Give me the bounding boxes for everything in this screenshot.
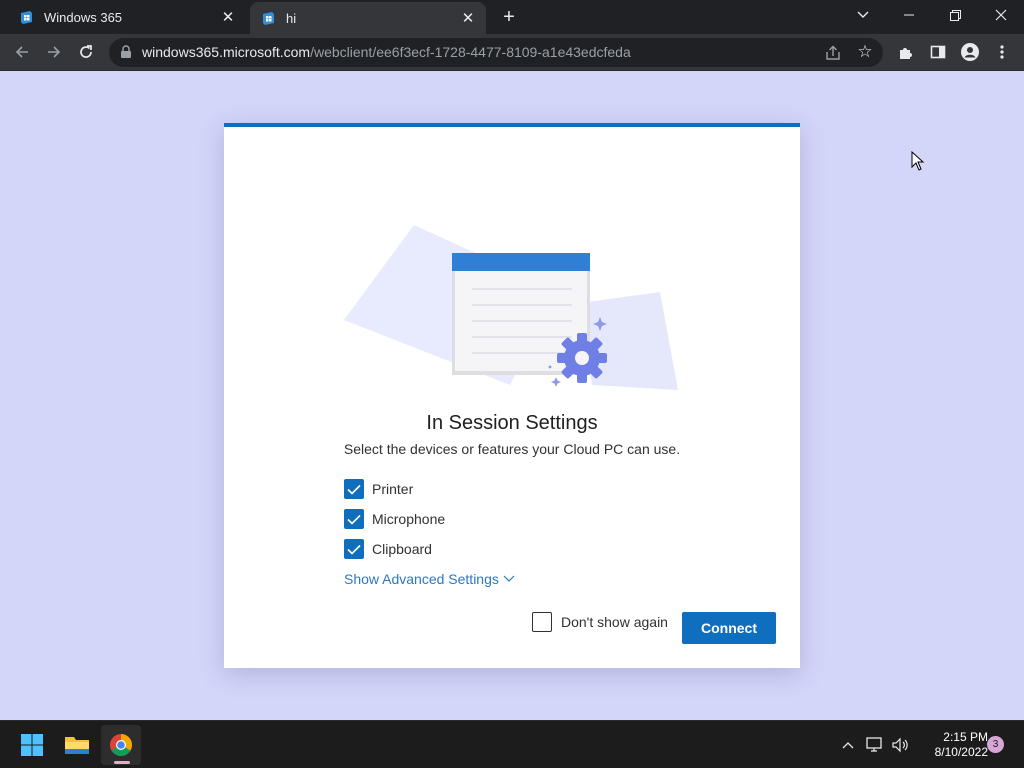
windows365-icon xyxy=(263,12,274,25)
show-advanced-settings-link[interactable]: Show Advanced Settings xyxy=(344,571,515,587)
restore-icon[interactable] xyxy=(932,0,978,30)
dont-show-again[interactable]: Don't show again xyxy=(532,612,668,632)
extensions-icon[interactable] xyxy=(894,40,918,64)
option-label: Printer xyxy=(372,481,414,497)
back-icon[interactable] xyxy=(10,40,34,64)
printer-checkbox[interactable] xyxy=(344,479,364,499)
tab-title: hi xyxy=(286,10,297,26)
tab-hi[interactable]: hi ✕ xyxy=(250,2,486,34)
tab-windows365[interactable]: Windows 365 ✕ xyxy=(8,0,246,34)
menu-kebab-icon[interactable] xyxy=(990,40,1014,64)
dialog-subtitle: Select the devices or features your Clou… xyxy=(343,441,681,457)
option-label: Microphone xyxy=(372,511,446,527)
microphone-checkbox[interactable] xyxy=(344,509,364,529)
dont-show-again-checkbox[interactable] xyxy=(532,612,552,632)
option-label: Clipboard xyxy=(372,541,432,557)
clock-date: 8/10/2022 xyxy=(934,745,988,759)
show-hidden-icons-icon[interactable] xyxy=(838,735,858,755)
volume-icon[interactable] xyxy=(890,735,910,755)
share-icon[interactable] xyxy=(823,43,843,63)
option-printer[interactable]: Printer xyxy=(344,479,413,499)
chrome-taskbar-button[interactable] xyxy=(101,725,141,765)
profile-icon[interactable] xyxy=(958,40,982,64)
option-microphone[interactable]: Microphone xyxy=(344,509,445,529)
chrome-icon xyxy=(110,734,132,756)
web-page: In Session Settings Select the devices o… xyxy=(0,71,1024,720)
close-tab-icon[interactable]: ✕ xyxy=(456,6,480,30)
chevron-down-icon xyxy=(503,575,515,582)
new-tab-icon[interactable]: + xyxy=(497,5,521,29)
tab-search-icon[interactable] xyxy=(840,0,886,30)
tab-strip: Windows 365 ✕ hi ✕ + xyxy=(0,0,1024,34)
forward-icon[interactable] xyxy=(42,40,66,64)
network-icon[interactable] xyxy=(865,735,885,755)
side-panel-icon[interactable] xyxy=(926,40,950,64)
checkmark-icon xyxy=(347,544,361,555)
notification-badge[interactable]: 3 xyxy=(987,736,1004,753)
gear-icon xyxy=(557,333,607,383)
in-session-settings-dialog: In Session Settings Select the devices o… xyxy=(224,123,800,668)
checkmark-icon xyxy=(347,484,361,495)
close-tab-icon[interactable]: ✕ xyxy=(216,5,240,29)
dialog-title: In Session Settings xyxy=(426,412,598,434)
windows-logo-icon xyxy=(21,734,43,756)
checkmark-icon xyxy=(347,514,361,525)
settings-illustration xyxy=(344,225,678,390)
start-button[interactable] xyxy=(12,725,52,765)
taskbar: 2:15 PM 8/10/2022 3 xyxy=(0,720,1024,768)
browser-toolbar: windows365.microsoft.com/webclient/ee6f3… xyxy=(0,34,1024,71)
close-window-icon[interactable] xyxy=(978,0,1024,30)
clock-time: 2:15 PM xyxy=(943,730,988,744)
address-bar[interactable]: windows365.microsoft.com/webclient/ee6f3… xyxy=(109,38,883,67)
url-path: /webclient/ee6f3ecf-1728-4477-8109-a1e43… xyxy=(310,44,631,60)
option-clipboard[interactable]: Clipboard xyxy=(344,539,432,559)
file-explorer-button[interactable] xyxy=(57,725,97,765)
clock[interactable]: 2:15 PM 8/10/2022 xyxy=(912,730,988,760)
url-text: windows365.microsoft.com/webclient/ee6f3… xyxy=(142,44,631,60)
folder-icon xyxy=(65,737,89,754)
lock-icon xyxy=(121,45,131,58)
clipboard-checkbox[interactable] xyxy=(344,539,364,559)
mouse-cursor-icon xyxy=(911,151,925,171)
dont-show-again-label: Don't show again xyxy=(561,614,668,630)
url-host: windows365.microsoft.com xyxy=(142,44,311,60)
advanced-link-label: Show Advanced Settings xyxy=(344,571,499,587)
bookmark-star-icon[interactable]: ☆ xyxy=(855,42,875,62)
minimize-icon[interactable] xyxy=(886,0,932,30)
connect-button[interactable]: Connect xyxy=(682,612,776,644)
windows365-icon xyxy=(21,11,32,24)
tab-title: Windows 365 xyxy=(44,9,123,25)
reload-icon[interactable] xyxy=(74,40,98,64)
active-indicator xyxy=(114,761,130,764)
